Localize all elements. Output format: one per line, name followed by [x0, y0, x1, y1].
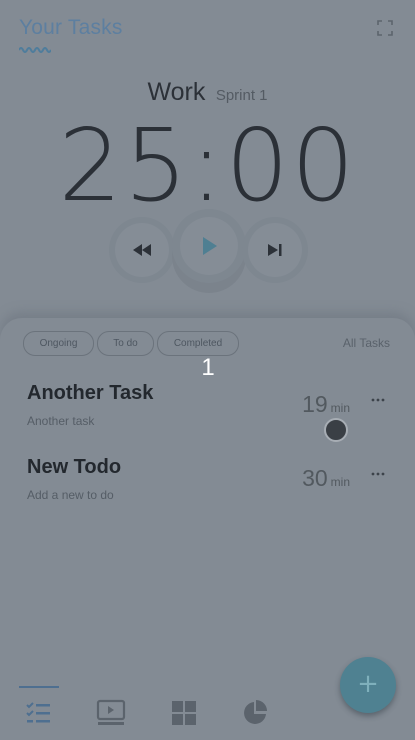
- more-horizontal-icon[interactable]: [370, 470, 386, 478]
- grid-icon[interactable]: [168, 698, 200, 728]
- task-title: Another Task: [27, 382, 154, 404]
- task-minutes-unit: min: [330, 401, 350, 415]
- more-horizontal-icon[interactable]: [370, 396, 386, 404]
- mode-row: Work Sprint 1: [0, 78, 415, 107]
- add-task-button[interactable]: +: [340, 657, 396, 713]
- task-minutes: 19: [302, 391, 328, 417]
- rewind-icon: [133, 244, 151, 256]
- nav-active-indicator: [19, 686, 59, 688]
- pie-chart-icon[interactable]: [239, 698, 271, 728]
- filter-chip-todo[interactable]: To do: [97, 331, 154, 356]
- rewind-button[interactable]: [115, 223, 169, 277]
- tasks-icon[interactable]: [23, 698, 55, 728]
- timer-display: 25:00: [58, 107, 357, 224]
- focus-screen-icon[interactable]: [95, 698, 127, 728]
- sprint-label: Sprint 1: [215, 87, 268, 104]
- task-title: New Todo: [27, 456, 122, 478]
- task-item[interactable]: Another Task Another task 19 min: [0, 382, 415, 452]
- task-duration: 19 min: [280, 391, 350, 418]
- filter-chip-completed[interactable]: Completed: [157, 331, 239, 356]
- header: Your Tasks: [0, 0, 415, 60]
- task-description: Another task: [27, 414, 95, 428]
- skip-next-button[interactable]: [248, 223, 302, 277]
- fullscreen-icon[interactable]: [377, 20, 393, 36]
- play-icon: [203, 237, 217, 255]
- mode-label: Work: [147, 78, 206, 106]
- task-minutes: 30: [302, 465, 328, 491]
- task-minutes-unit: min: [330, 475, 350, 489]
- skip-next-icon: [268, 244, 282, 256]
- task-description: Add a new to do: [27, 488, 114, 502]
- page-title: Your Tasks: [19, 16, 123, 39]
- completed-count: 1: [201, 354, 215, 381]
- task-duration: 30 min: [280, 465, 350, 492]
- play-button[interactable]: [180, 217, 238, 275]
- timer-controls: [0, 215, 415, 295]
- task-item[interactable]: New Todo Add a new to do 30 min: [0, 456, 415, 526]
- touch-cursor: [324, 418, 348, 442]
- filter-chip-ongoing[interactable]: Ongoing: [23, 331, 94, 356]
- all-tasks-link[interactable]: All Tasks: [316, 336, 390, 350]
- plus-icon: +: [357, 669, 379, 699]
- wave-decoration-icon: [19, 47, 51, 53]
